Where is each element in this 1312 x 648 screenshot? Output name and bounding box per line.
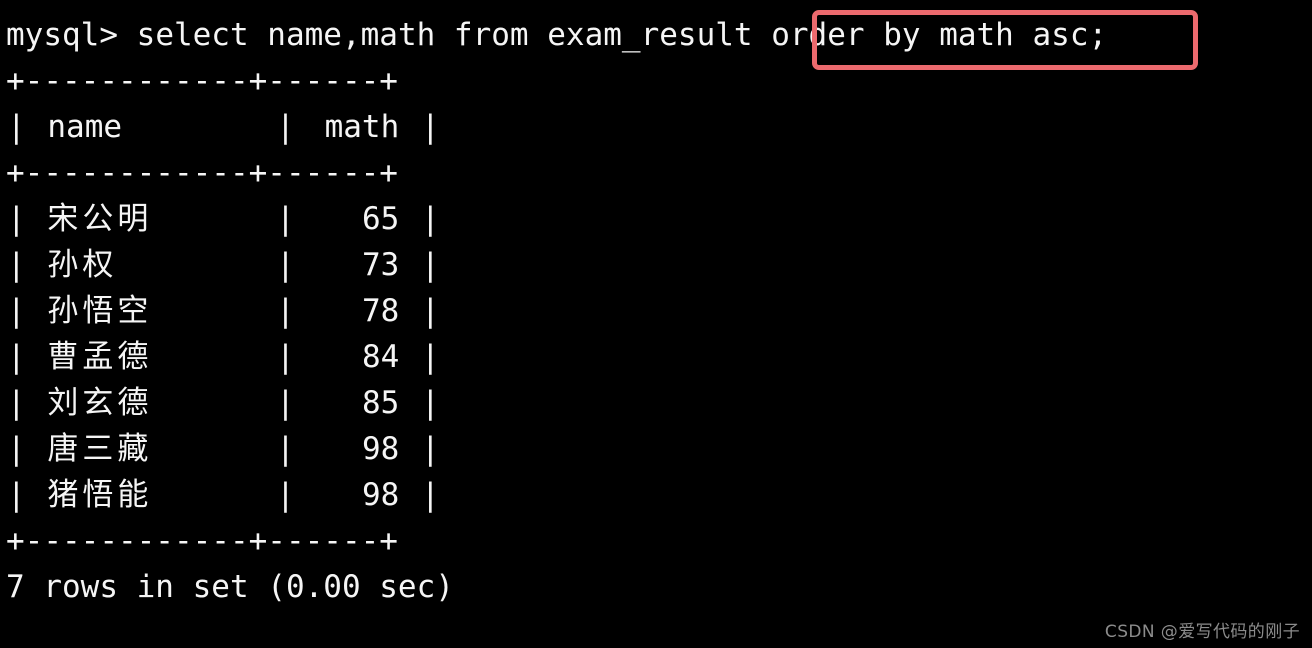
terminal-window: mysql> select name,math from exam_result… xyxy=(0,0,1312,648)
table-row: | 猪悟能 | 98 | xyxy=(6,472,441,518)
result-summary: 7 rows in set (0.00 sec) xyxy=(6,569,454,605)
cell-math: 98 xyxy=(361,477,400,513)
cell-math: 98 xyxy=(361,431,400,467)
table-row: | 孙权 | 73 | xyxy=(6,242,441,288)
table-row: | 刘玄德 | 85 | xyxy=(6,380,441,426)
cell-math: 84 xyxy=(361,339,400,375)
pipe-glyph: | xyxy=(420,109,440,145)
pipe-glyph: | xyxy=(276,201,295,237)
table-row: | 孙悟空 | 78 | xyxy=(6,288,441,334)
pipe-glyph: | xyxy=(420,201,440,237)
cell-name: 宋公明 xyxy=(47,201,153,237)
pipe-glyph: | xyxy=(420,247,440,283)
table-header-row: | name | math | xyxy=(6,104,441,150)
table-separator-middle: +------------+------+ xyxy=(6,155,398,191)
pipe-glyph: | xyxy=(7,201,26,237)
pipe-glyph: | xyxy=(420,431,440,467)
pipe-glyph: | xyxy=(420,339,440,375)
pipe-glyph: | xyxy=(7,247,26,283)
pipe-glyph: | xyxy=(276,339,295,375)
pipe-glyph: | xyxy=(7,477,26,513)
pipe-glyph: | xyxy=(7,109,26,145)
table-header-cell-math: math xyxy=(324,109,400,145)
pipe-glyph: | xyxy=(276,477,295,513)
cell-math: 85 xyxy=(361,385,400,421)
cell-math: 78 xyxy=(361,293,400,329)
table-header-cell-name: name xyxy=(47,109,123,145)
mysql-prompt: mysql> xyxy=(6,17,137,53)
pipe-glyph: | xyxy=(420,385,440,421)
cell-name: 猪悟能 xyxy=(47,477,153,513)
table-separator-top: +------------+------+ xyxy=(6,63,398,99)
command-line: mysql> select name,math from exam_result… xyxy=(6,12,1107,58)
command-text-plain: select name,math from exam_result xyxy=(136,17,772,53)
cell-name: 刘玄德 xyxy=(47,385,153,421)
pipe-glyph: | xyxy=(276,247,295,283)
table-row: | 曹孟德 | 84 | xyxy=(6,334,441,380)
pipe-glyph: | xyxy=(420,477,440,513)
table-row: | 宋公明 | 65 | xyxy=(6,196,441,242)
command-text-highlighted: order by math asc; xyxy=(771,17,1108,53)
cell-name: 孙权 xyxy=(47,247,118,283)
csdn-watermark: CSDN @爱写代码的刚子 xyxy=(1104,622,1300,642)
table-separator-bottom: +------------+------+ xyxy=(6,523,398,559)
pipe-glyph: | xyxy=(276,431,295,467)
pipe-glyph: | xyxy=(7,385,26,421)
pipe-glyph: | xyxy=(7,293,26,329)
cell-math: 65 xyxy=(361,201,400,237)
pipe-glyph: | xyxy=(420,293,440,329)
table-row: | 唐三藏 | 98 | xyxy=(6,426,441,472)
pipe-glyph: | xyxy=(276,109,295,145)
pipe-glyph: | xyxy=(276,385,295,421)
cell-name: 曹孟德 xyxy=(47,339,153,375)
cell-name: 唐三藏 xyxy=(47,431,153,467)
cell-math: 73 xyxy=(361,247,400,283)
cell-name: 孙悟空 xyxy=(47,293,153,329)
pipe-glyph: | xyxy=(7,431,26,467)
pipe-glyph: | xyxy=(276,293,295,329)
pipe-glyph: | xyxy=(7,339,26,375)
